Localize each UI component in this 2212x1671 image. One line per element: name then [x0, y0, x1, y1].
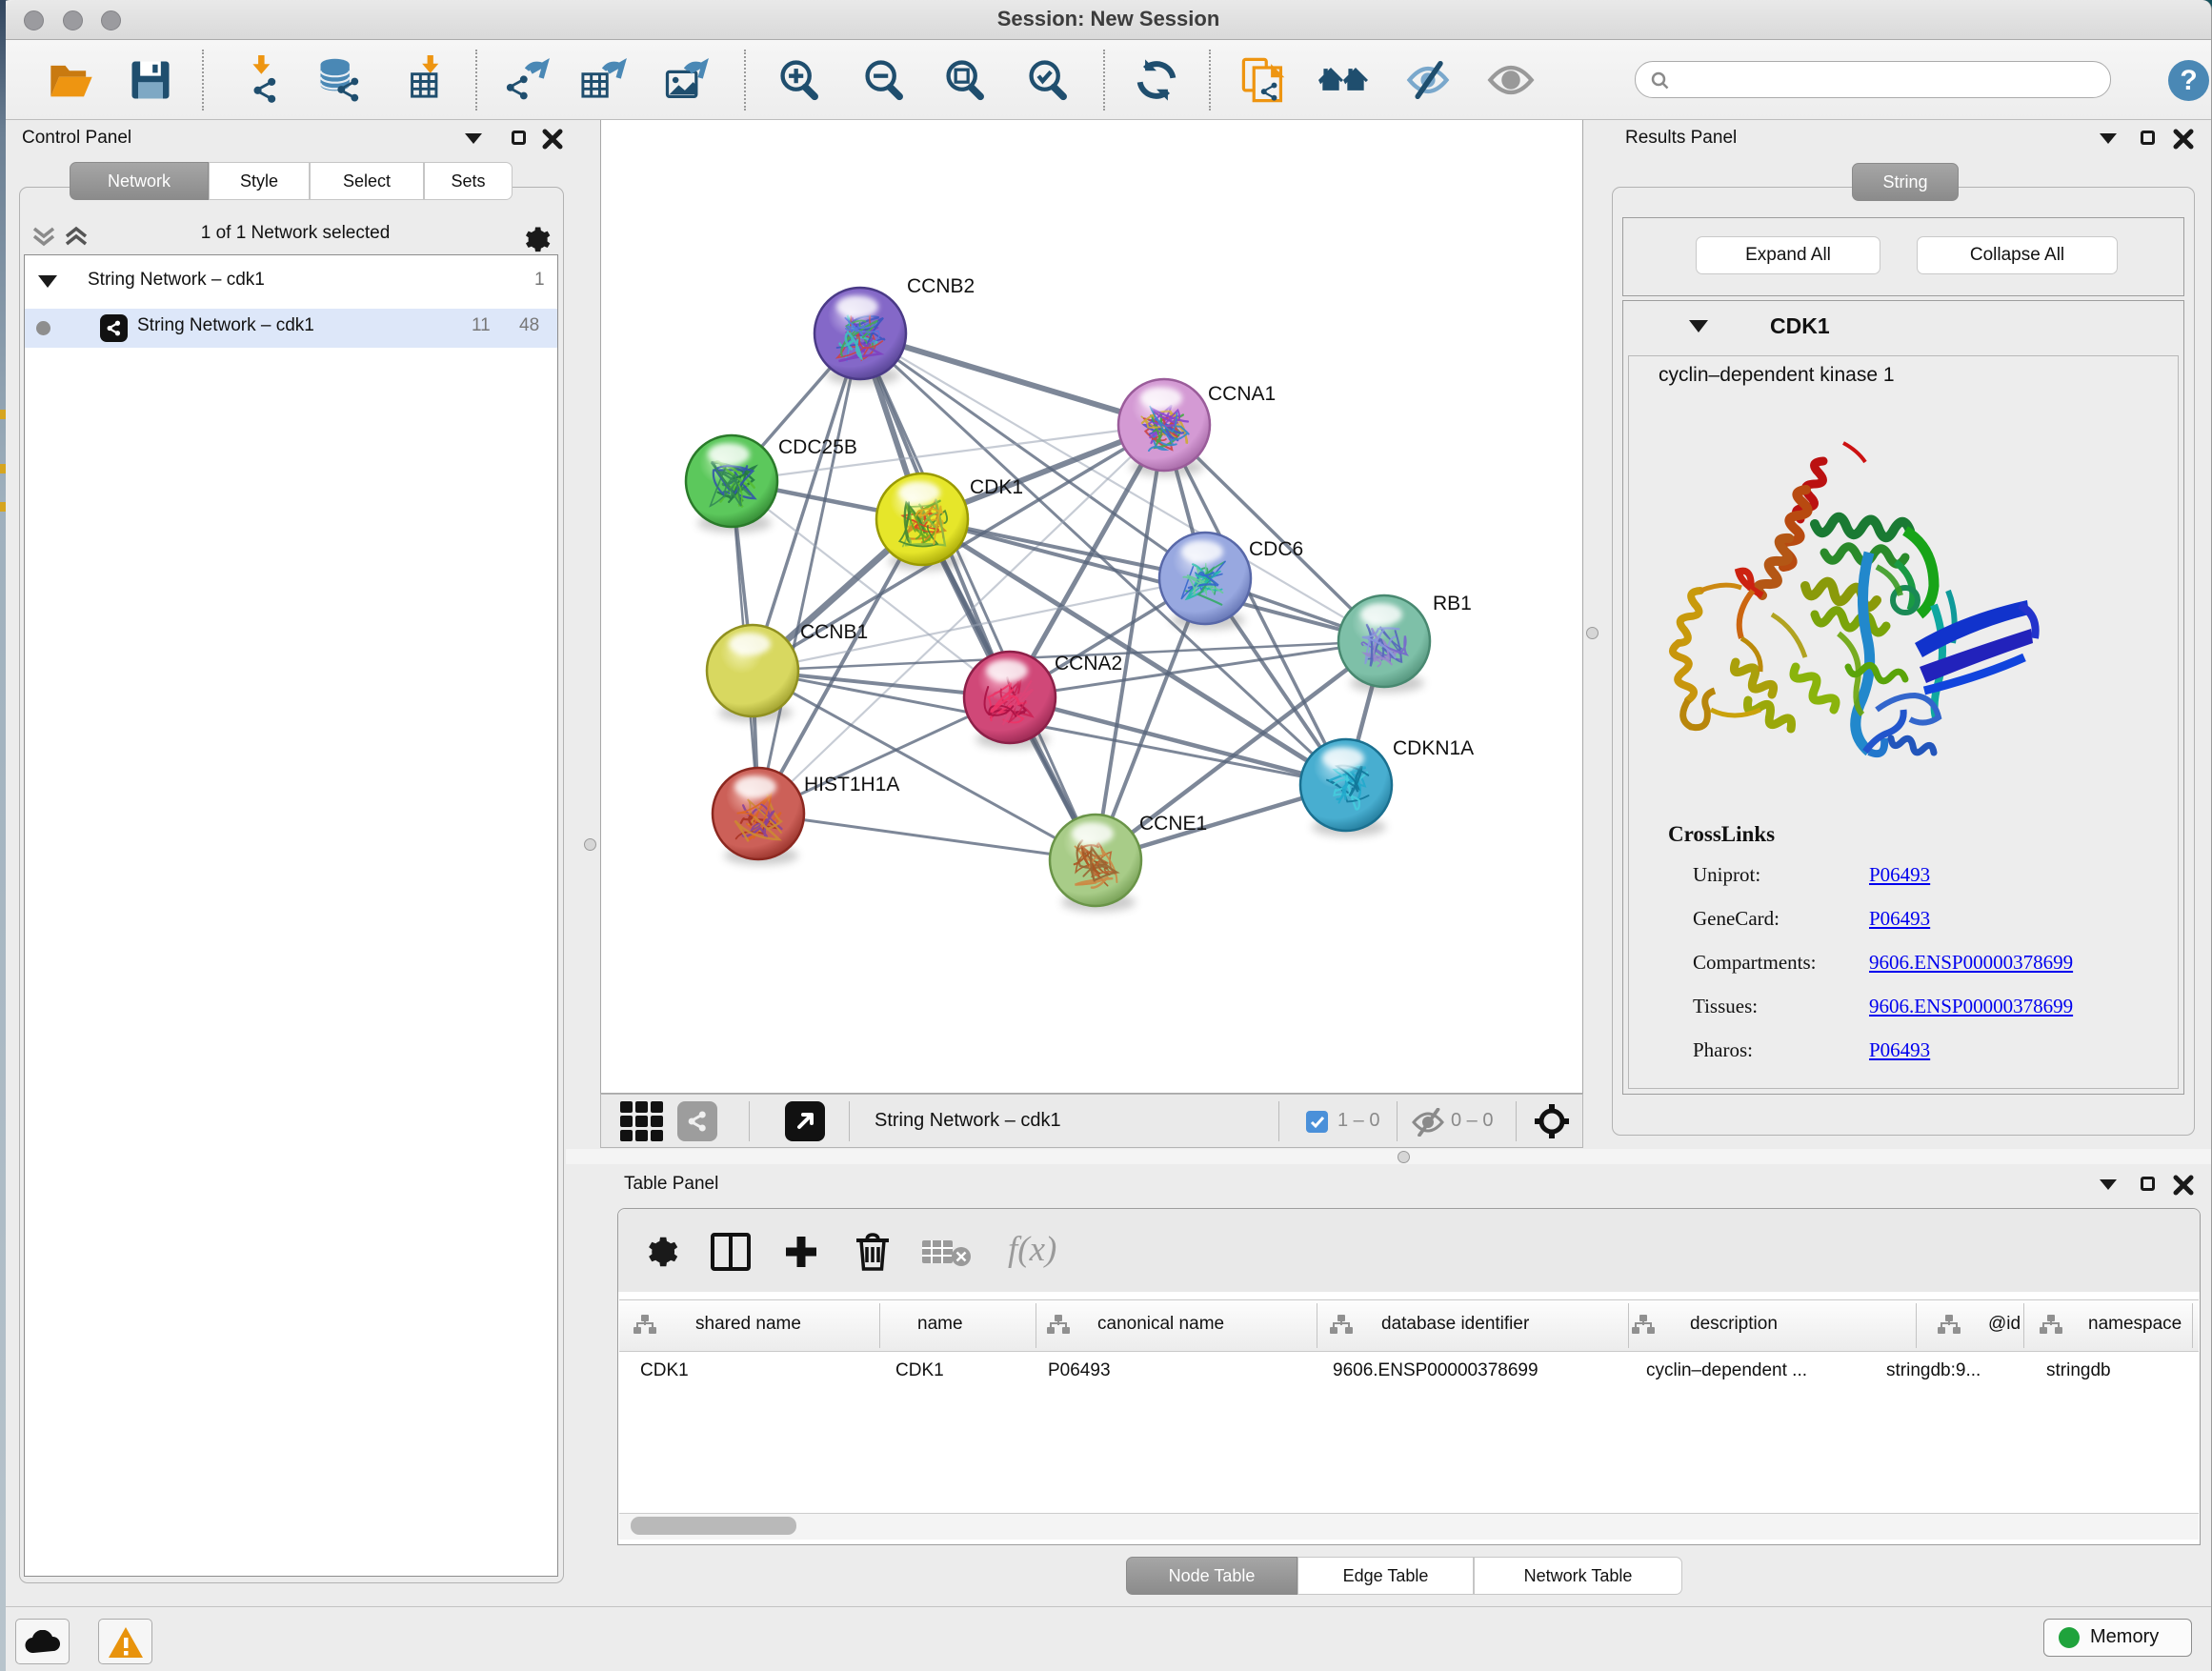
svg-text:CDC25B: CDC25B: [778, 436, 857, 458]
svg-text:CCNA1: CCNA1: [1208, 383, 1276, 405]
svg-text:RB1: RB1: [1433, 593, 1472, 614]
svg-text:CCNB2: CCNB2: [907, 275, 975, 297]
svg-text:CCNA2: CCNA2: [1055, 653, 1122, 674]
svg-text:HIST1H1A: HIST1H1A: [804, 774, 899, 795]
svg-text:CCNE1: CCNE1: [1139, 813, 1207, 835]
svg-text:CDC6: CDC6: [1249, 538, 1303, 560]
svg-text:CCNB1: CCNB1: [800, 621, 868, 643]
svg-text:CDKN1A: CDKN1A: [1393, 737, 1474, 759]
svg-text:CDK1: CDK1: [970, 476, 1023, 498]
